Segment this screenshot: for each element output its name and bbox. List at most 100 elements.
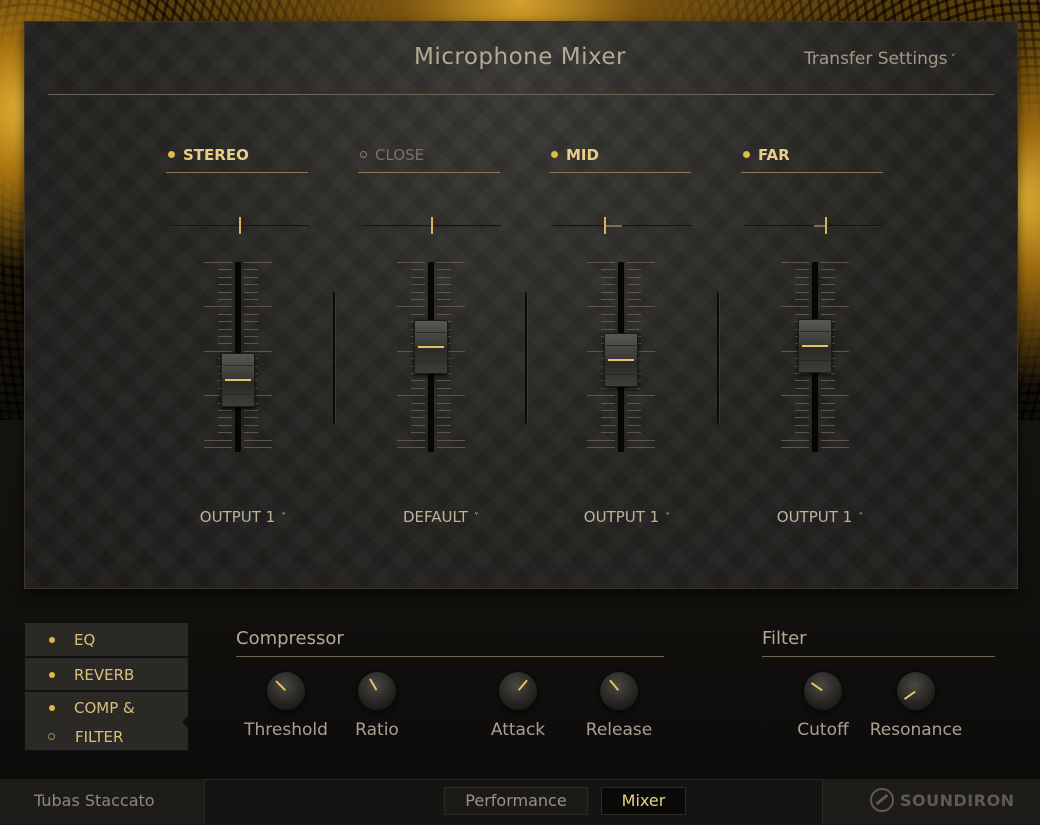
filter-divider bbox=[762, 656, 995, 657]
scale-tick bbox=[437, 410, 451, 411]
scale-tick bbox=[244, 284, 258, 285]
resonance-knob[interactable] bbox=[897, 672, 935, 710]
scale-tick bbox=[627, 329, 641, 330]
scale-tick bbox=[601, 314, 615, 315]
pan-handle[interactable] bbox=[431, 217, 433, 234]
scale-tick bbox=[437, 269, 451, 270]
selected-arrow-icon bbox=[182, 714, 190, 730]
scale-tick bbox=[627, 403, 641, 404]
scale-tick bbox=[627, 269, 641, 270]
channel-stereo-toggle[interactable]: STEREO bbox=[166, 146, 308, 173]
scale-tick bbox=[627, 425, 641, 426]
sidebar-item-label: REVERB bbox=[74, 666, 135, 684]
channel-stereo-output-dropdown[interactable]: OUTPUT 1 ˅ bbox=[163, 508, 323, 526]
compressor-divider bbox=[236, 656, 664, 657]
output-label: OUTPUT 1 bbox=[199, 508, 276, 526]
scale-tick bbox=[781, 306, 809, 307]
enabled-dot-icon bbox=[49, 672, 55, 678]
chevron-down-icon: ˅ bbox=[281, 512, 287, 523]
scale-tick bbox=[795, 277, 809, 278]
scale-tick bbox=[437, 425, 451, 426]
scale-tick bbox=[601, 299, 615, 300]
scale-tick bbox=[397, 440, 425, 441]
channel-mid-pan-slider[interactable] bbox=[552, 217, 692, 234]
pan-handle[interactable] bbox=[825, 217, 827, 234]
channel-close-fader-handle[interactable] bbox=[414, 320, 448, 374]
scale-tick bbox=[601, 292, 615, 293]
knob-indicator bbox=[517, 679, 528, 691]
scale-tick bbox=[587, 306, 615, 307]
fader-seam bbox=[416, 361, 446, 362]
scale-tick bbox=[627, 321, 641, 322]
scale-tick bbox=[218, 410, 232, 411]
channel-close-output-dropdown[interactable]: DEFAULT ˅ bbox=[361, 508, 521, 526]
scale-tick bbox=[795, 314, 809, 315]
filter-title: Filter bbox=[762, 628, 807, 649]
channel-mid-fader-handle[interactable] bbox=[604, 333, 638, 387]
instrument-name: Tubas Staccato bbox=[0, 779, 204, 824]
threshold-knob[interactable] bbox=[267, 672, 305, 710]
channel-far-toggle[interactable]: FAR bbox=[741, 146, 883, 173]
release-label: Release bbox=[585, 720, 653, 740]
scale-tick bbox=[218, 336, 232, 337]
channel-stereo-fader-handle[interactable] bbox=[221, 353, 255, 407]
scale-tick bbox=[411, 410, 425, 411]
scale-tick bbox=[601, 269, 615, 270]
sidebar-item-comp-filter[interactable]: COMP & FILTER bbox=[25, 692, 188, 751]
output-label: OUTPUT 1 bbox=[776, 508, 853, 526]
ratio-label: Ratio bbox=[355, 720, 399, 740]
tab-mixer[interactable]: Mixer bbox=[601, 787, 686, 815]
scale-tick bbox=[218, 425, 232, 426]
channel-stereo-pan-slider[interactable] bbox=[169, 217, 309, 234]
pan-handle[interactable] bbox=[604, 217, 606, 234]
scale-tick bbox=[437, 262, 465, 263]
channel-close-toggle[interactable]: CLOSE bbox=[358, 146, 500, 173]
channel-far-fader-handle[interactable] bbox=[798, 319, 832, 373]
scale-tick bbox=[244, 321, 258, 322]
fader-seam bbox=[606, 345, 636, 346]
scale-tick bbox=[587, 447, 615, 448]
scale-tick bbox=[204, 262, 232, 263]
scale-tick bbox=[821, 277, 835, 278]
sidebar-item-eq[interactable]: EQ bbox=[25, 623, 188, 657]
transfer-settings-dropdown[interactable]: Transfer Settings ˅ bbox=[804, 49, 956, 69]
channel-name: STEREO bbox=[183, 146, 249, 164]
fader-seam bbox=[800, 331, 830, 332]
channel-name: FAR bbox=[758, 146, 790, 164]
fader-indicator bbox=[802, 345, 828, 347]
tab-performance[interactable]: Performance bbox=[444, 787, 588, 815]
channel-far-pan-slider[interactable] bbox=[744, 217, 884, 234]
scale-tick bbox=[411, 403, 425, 404]
scale-tick bbox=[411, 277, 425, 278]
scale-tick bbox=[821, 410, 835, 411]
cutoff-knob[interactable] bbox=[804, 672, 842, 710]
scale-tick bbox=[244, 277, 258, 278]
scale-tick bbox=[244, 329, 258, 330]
pan-handle[interactable] bbox=[239, 217, 241, 234]
channel-close-pan-slider[interactable] bbox=[361, 217, 501, 234]
sidebar-item-reverb[interactable]: REVERB bbox=[25, 658, 188, 691]
scale-tick bbox=[411, 269, 425, 270]
scale-tick bbox=[795, 292, 809, 293]
fader-indicator bbox=[225, 379, 251, 381]
scale-tick bbox=[437, 403, 451, 404]
scale-tick bbox=[601, 388, 615, 389]
channel-mid-toggle[interactable]: MID bbox=[549, 146, 691, 173]
fader-seam bbox=[223, 365, 253, 366]
scale-tick bbox=[821, 373, 835, 374]
channel-mid-output-dropdown[interactable]: OUTPUT 1 ˅ bbox=[547, 508, 707, 526]
pan-fill bbox=[604, 225, 622, 227]
scale-tick bbox=[244, 447, 272, 448]
fader-seam bbox=[223, 394, 253, 395]
attack-knob[interactable] bbox=[499, 672, 537, 710]
channel-separator bbox=[525, 292, 527, 424]
scale-tick bbox=[218, 329, 232, 330]
scale-tick bbox=[244, 440, 272, 441]
scale-tick bbox=[411, 292, 425, 293]
ratio-knob[interactable] bbox=[358, 672, 396, 710]
pan-fill bbox=[814, 225, 825, 227]
channel-far-output-dropdown[interactable]: OUTPUT 1 ˅ bbox=[740, 508, 900, 526]
release-knob[interactable] bbox=[600, 672, 638, 710]
scale-tick bbox=[437, 292, 451, 293]
scale-tick bbox=[821, 292, 835, 293]
